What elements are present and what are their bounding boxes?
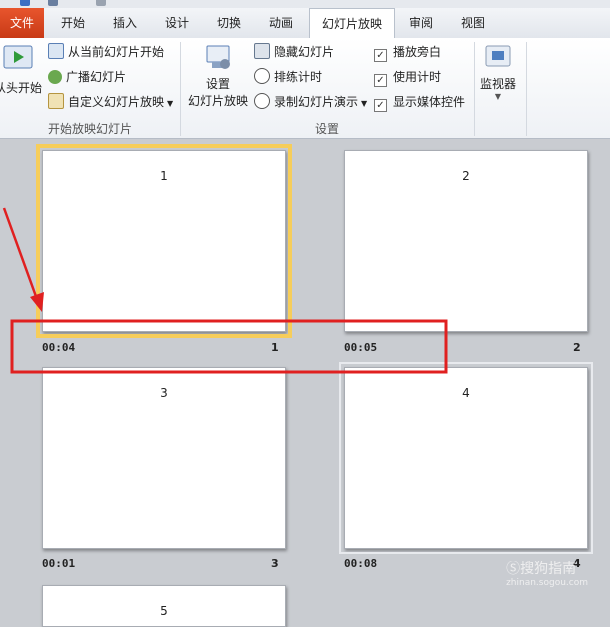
annotation-arrow-line (2, 207, 40, 303)
annotation-overlay (2, 207, 448, 374)
annotation-arrow-head (30, 292, 44, 312)
annotation-highlight-box (10, 319, 448, 374)
